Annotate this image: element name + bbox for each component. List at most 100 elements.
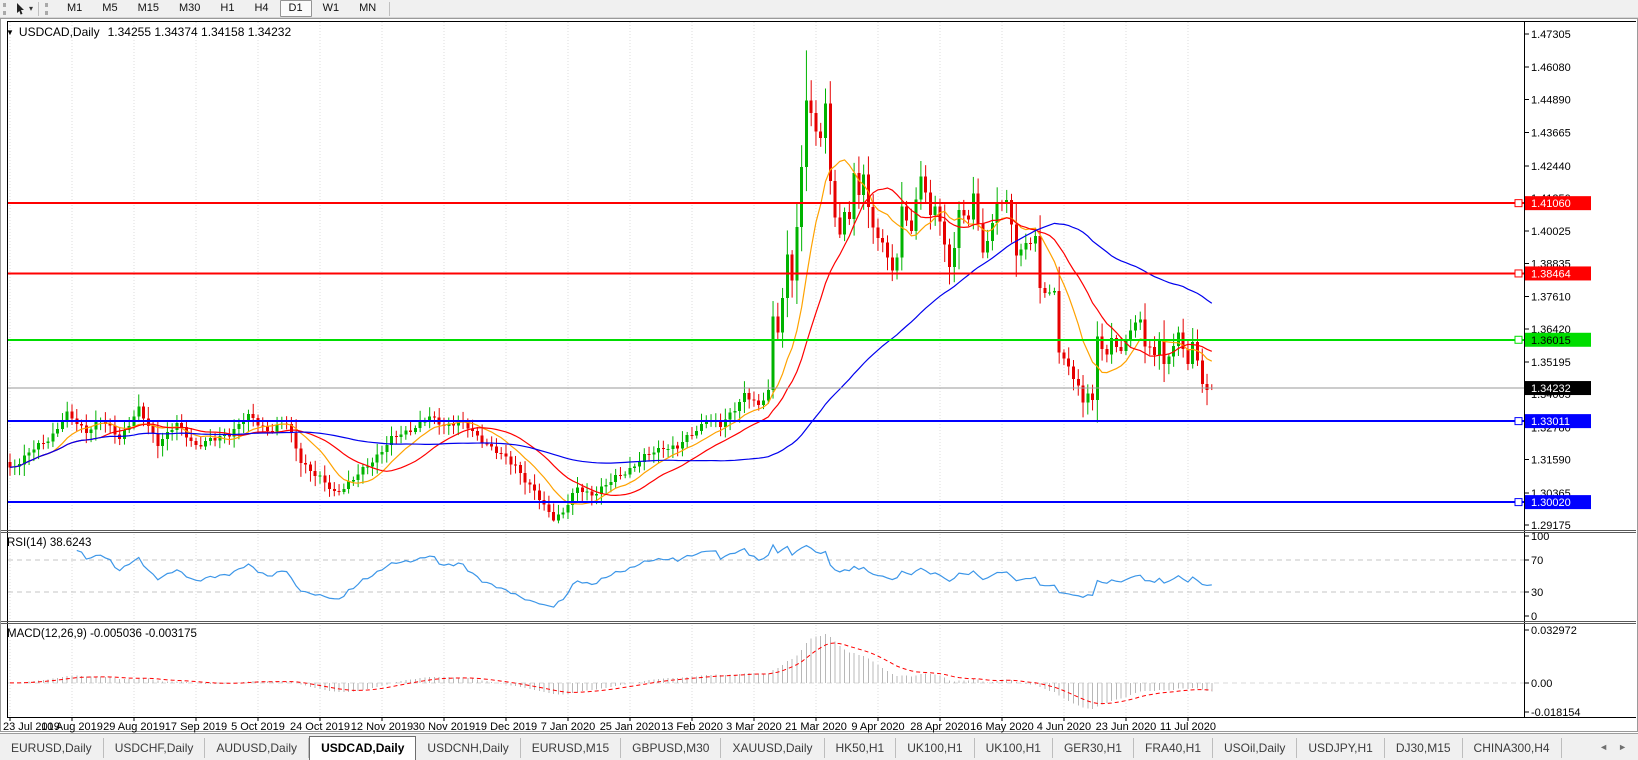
chart-tab-china300-h4[interactable]: CHINA300,H4 xyxy=(1463,738,1562,758)
level-line-handle[interactable] xyxy=(1514,417,1523,426)
candle-down xyxy=(1038,236,1042,289)
candle-down xyxy=(924,176,928,193)
price-tick-label: 1.31590 xyxy=(1531,455,1571,467)
candle-down xyxy=(523,473,527,483)
candle-up xyxy=(762,400,765,405)
timeframe-button-d1[interactable]: D1 xyxy=(279,0,312,17)
candle-up xyxy=(404,430,408,435)
price-tick-label: 1.42440 xyxy=(1531,161,1571,173)
symbol-dropdown-icon[interactable]: ▼ xyxy=(6,28,14,37)
chart-tab-usoil-daily[interactable]: USOil,Daily xyxy=(1213,738,1298,758)
candle-down xyxy=(409,430,413,432)
timeframe-button-w1[interactable]: W1 xyxy=(314,0,349,17)
rsi-tick-label: 100 xyxy=(1531,531,1549,543)
price-tick-label: 1.43665 xyxy=(1531,128,1571,140)
candle-up xyxy=(275,424,279,432)
chart-tab-usdchf-daily[interactable]: USDCHF,Daily xyxy=(104,738,206,758)
timeframe-button-mn[interactable]: MN xyxy=(350,0,385,17)
chart-window[interactable]: 1.473051.460801.448901.436651.424401.412… xyxy=(0,18,1638,733)
candle-up xyxy=(771,316,775,390)
level-line-handle[interactable] xyxy=(1514,199,1523,208)
toolbar-grip[interactable] xyxy=(3,2,11,15)
candle-down xyxy=(1143,319,1147,347)
time-axis-label: 21 Mar 2020 xyxy=(785,721,847,733)
chart-tab-fra40-h1[interactable]: FRA40,H1 xyxy=(1134,738,1214,758)
level-price-label: 1.33011 xyxy=(1531,416,1570,428)
candle-down xyxy=(857,172,861,195)
candle-down xyxy=(1071,366,1075,380)
time-axis-label: 17 Sep 2019 xyxy=(165,721,227,733)
candle-down xyxy=(323,475,327,483)
chart-tab-xauusd-daily[interactable]: XAUUSD,Daily xyxy=(721,738,825,758)
chart-tab-audusd-daily[interactable]: AUDUSD,Daily xyxy=(205,738,310,758)
candle-up xyxy=(986,241,990,253)
timeframe-button-m1[interactable]: M1 xyxy=(58,0,91,17)
time-axis-label: 4 Jun 2020 xyxy=(1037,721,1091,733)
level-line-handle[interactable] xyxy=(1514,498,1523,507)
candle-up xyxy=(614,475,618,482)
cursor-tool-icon[interactable] xyxy=(15,2,29,16)
candle-up xyxy=(27,452,31,456)
candle-down xyxy=(490,444,494,447)
timeframe-button-m30[interactable]: M30 xyxy=(170,0,209,17)
level-line-handle[interactable] xyxy=(1514,335,1523,344)
timeframe-button-m15[interactable]: M15 xyxy=(129,0,168,17)
toolbar-grip[interactable] xyxy=(45,2,53,15)
level-price-label: 1.30020 xyxy=(1531,497,1571,509)
candle-up xyxy=(1191,342,1195,364)
candle-up xyxy=(804,100,808,167)
candle-down xyxy=(518,465,522,474)
candle-up xyxy=(385,444,389,452)
candle-up xyxy=(900,206,904,258)
price-tick-label: 1.37610 xyxy=(1531,292,1571,304)
chart-tab-usdcad-daily[interactable]: USDCAD,Daily xyxy=(309,736,417,760)
candle-up xyxy=(361,466,365,475)
candle-up xyxy=(347,481,351,490)
timeframe-button-h1[interactable]: H1 xyxy=(211,0,243,17)
candle-up xyxy=(604,485,608,487)
candle-up xyxy=(561,512,565,515)
candle-up xyxy=(1048,292,1052,294)
candle-up xyxy=(204,440,208,447)
chart-tab-uk100-h1[interactable]: UK100,H1 xyxy=(896,738,975,758)
price-tick-label: 1.35195 xyxy=(1531,357,1571,369)
chart-tab-dj30-m15[interactable]: DJ30,M15 xyxy=(1385,738,1463,758)
timeframe-button-h4[interactable]: H4 xyxy=(245,0,277,17)
tab-scroll-right-icon[interactable]: ► xyxy=(1613,742,1632,752)
tab-scroll-left-icon[interactable]: ◄ xyxy=(1594,742,1613,752)
candle-down xyxy=(41,442,45,444)
candle-up xyxy=(1167,356,1171,364)
candle-down xyxy=(967,215,971,220)
candle-down xyxy=(499,452,503,454)
candle-down xyxy=(151,425,155,434)
candle-down xyxy=(752,399,756,401)
candle-up xyxy=(680,441,684,449)
cursor-arrow-icon xyxy=(17,2,24,14)
candle-down xyxy=(332,489,336,492)
candle-up xyxy=(32,449,36,453)
candle-up xyxy=(666,449,670,451)
candle-up xyxy=(161,439,165,446)
chart-tab-eurusd-m15[interactable]: EURUSD,M15 xyxy=(521,738,622,758)
candle-up xyxy=(785,254,789,299)
candle-up xyxy=(165,431,169,440)
candle-up xyxy=(952,248,956,267)
time-axis-label: 19 Dec 2019 xyxy=(475,721,537,733)
chart-tab-uk100-h1[interactable]: UK100,H1 xyxy=(975,738,1053,758)
chart-tab-usdjpy-h1[interactable]: USDJPY,H1 xyxy=(1297,738,1385,758)
chart-tab-gbpusd-m30[interactable]: GBPUSD,M30 xyxy=(621,738,722,758)
chart-tab-eurusd-daily[interactable]: EURUSD,Daily xyxy=(0,738,104,758)
chart-tab-usdcnh-daily[interactable]: USDCNH,Daily xyxy=(416,738,521,758)
chart-canvas[interactable]: 1.473051.460801.448901.436651.424401.412… xyxy=(0,18,1638,733)
level-price-label: 1.36015 xyxy=(1531,335,1571,347)
candle-up xyxy=(242,421,246,425)
candle-up xyxy=(895,257,899,271)
level-line-handle[interactable] xyxy=(1514,269,1523,278)
dropdown-arrow-icon[interactable]: ▾ xyxy=(29,2,33,16)
candle-down xyxy=(1029,243,1033,245)
candle-down xyxy=(1162,338,1166,364)
candle-down xyxy=(776,316,780,333)
chart-tab-ger30-h1[interactable]: GER30,H1 xyxy=(1053,738,1134,758)
timeframe-button-m5[interactable]: M5 xyxy=(93,0,126,17)
chart-tab-hk50-h1[interactable]: HK50,H1 xyxy=(825,738,897,758)
